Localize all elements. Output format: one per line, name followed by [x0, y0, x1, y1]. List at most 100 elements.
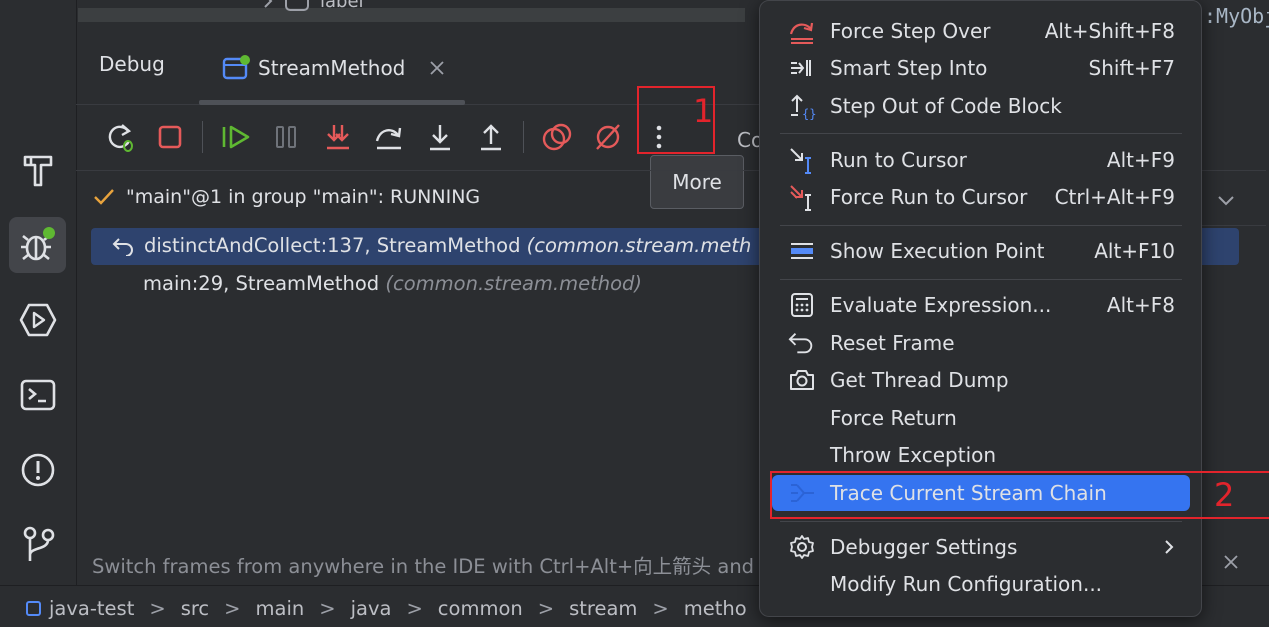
frame-package: (common.stream.meth	[526, 234, 752, 257]
step-into-icon	[430, 125, 450, 151]
breadcrumb-item[interactable]: common	[438, 597, 523, 620]
tree-node-label: label	[320, 0, 364, 12]
tag-icon	[285, 0, 309, 11]
menu-separator	[780, 279, 1182, 280]
stop-button[interactable]	[151, 118, 189, 156]
step-out-block-icon: {}	[791, 94, 816, 120]
menu-item-label: Force Run to Cursor	[830, 185, 1028, 209]
menu-item-reset-frame[interactable]: Reset Frame	[772, 325, 1190, 361]
terminal-icon	[20, 379, 55, 411]
menu-item-label: Evaluate Expression...	[830, 293, 1052, 317]
horizontal-scrollbar[interactable]	[78, 8, 745, 22]
smart-step-into-icon	[791, 60, 811, 76]
menu-item-run-to-cursor[interactable]: Run to Cursor Alt+F9	[772, 142, 1190, 178]
tab-label: StreamMethod	[258, 56, 406, 80]
terminal-tool-button[interactable]	[9, 367, 66, 423]
mute-breakpoints-button[interactable]	[589, 118, 627, 156]
menu-item-evaluate-expression[interactable]: Evaluate Expression... Alt+F8	[772, 287, 1190, 323]
menu-item-label: Reset Frame	[830, 331, 955, 355]
resume-button[interactable]	[217, 118, 255, 156]
breadcrumb-separator: >	[224, 597, 241, 620]
menu-separator	[780, 521, 1182, 522]
menu-item-step-out-of-code-block[interactable]: {} Step Out of Code Block	[772, 88, 1190, 124]
debug-panel-title: Debug	[99, 52, 165, 76]
thread-selector[interactable]: "main"@1 in group "main": RUNNING	[92, 186, 480, 208]
frame-row-1[interactable]: distinctAndCollect:137, StreamMethod (co…	[112, 234, 751, 257]
frame-row-2[interactable]: main:29, StreamMethod (common.stream.met…	[143, 272, 642, 295]
step-into-button[interactable]	[421, 118, 459, 156]
menu-item-label: Run to Cursor	[830, 148, 967, 172]
step-out-button[interactable]	[472, 118, 510, 156]
close-hint-icon[interactable]	[1222, 553, 1240, 571]
tree-node[interactable]: label	[262, 0, 364, 12]
frame-return-icon	[112, 237, 133, 256]
menu-item-shortcut: Alt+Shift+F8	[1044, 19, 1175, 43]
step-out-icon	[481, 124, 501, 151]
breakpoints-icon	[542, 123, 572, 151]
submenu-arrow-icon	[1165, 540, 1174, 554]
problems-tool-button[interactable]	[9, 442, 66, 498]
frame-method: main:29, StreamMethod	[143, 272, 380, 295]
toolbar-separator	[202, 121, 203, 153]
debug-tool-button[interactable]	[9, 217, 66, 273]
menu-item-throw-exception[interactable]: Throw Exception	[772, 437, 1190, 473]
module-icon	[26, 601, 41, 616]
breadcrumb-separator: >	[406, 597, 423, 620]
step-over-force-button[interactable]	[319, 118, 357, 156]
toolbar-separator	[523, 121, 524, 153]
run-to-cursor-icon	[790, 148, 811, 174]
close-tab-icon[interactable]	[429, 60, 445, 76]
annotation-label-1: 1	[693, 92, 714, 130]
breadcrumb-item[interactable]: src	[181, 597, 209, 620]
tool-window-strip	[0, 0, 77, 585]
menu-separator	[780, 133, 1182, 134]
breadcrumb-separator: >	[652, 597, 669, 620]
menu-item-label: Modify Run Configuration...	[830, 572, 1103, 596]
breadcrumb-separator: >	[149, 597, 166, 620]
breadcrumb-item[interactable]: metho	[684, 597, 747, 620]
menu-item-get-thread-dump[interactable]: Get Thread Dump	[772, 362, 1190, 398]
chevron-right-icon	[264, 0, 273, 8]
show-execution-point-icon	[791, 243, 813, 259]
chevron-down-icon[interactable]	[1214, 190, 1238, 210]
menu-item-show-execution-point[interactable]: Show Execution Point Alt+F10	[772, 233, 1190, 269]
force-step-into-icon	[327, 125, 349, 150]
frame-package: (common.stream.method)	[385, 272, 643, 295]
rerun-button[interactable]	[101, 118, 139, 156]
menu-item-shortcut: Alt+F10	[1094, 239, 1175, 263]
git-tool-button[interactable]	[9, 516, 66, 572]
annotation-box-2	[770, 471, 1269, 519]
step-over-icon	[375, 127, 402, 150]
menu-item-force-step-over[interactable]: Force Step Over Alt+Shift+F8	[772, 13, 1190, 49]
menu-item-shortcut: Alt+F8	[1106, 293, 1175, 317]
breadcrumb-item[interactable]: java	[351, 597, 392, 620]
breadcrumb-item[interactable]: java-test	[49, 597, 134, 620]
menu-item-force-return[interactable]: Force Return	[772, 400, 1190, 436]
problems-icon	[21, 453, 54, 487]
reset-frame-icon	[788, 333, 813, 354]
breadcrumb-item[interactable]: main	[256, 597, 305, 620]
stop-icon	[158, 125, 182, 149]
menu-item-force-run-to-cursor[interactable]: Force Run to Cursor Ctrl+Alt+F9	[772, 179, 1190, 215]
calculator-icon	[791, 293, 813, 317]
menu-item-label: Step Out of Code Block	[830, 94, 1062, 118]
build-tool-button[interactable]	[9, 142, 66, 198]
menu-item-label: Force Step Over	[830, 19, 991, 43]
build-icon	[23, 155, 52, 187]
menu-item-label: Throw Exception	[830, 443, 997, 467]
thread-label: "main"@1 in group "main": RUNNING	[126, 186, 481, 208]
menu-item-smart-step-into[interactable]: Smart Step Into Shift+F7	[772, 50, 1190, 86]
breadcrumb-item[interactable]: stream	[569, 597, 637, 620]
menu-item-debugger-settings[interactable]: Debugger Settings	[772, 529, 1190, 565]
annotation-label-2: 2	[1214, 476, 1235, 514]
menu-item-shortcut: Shift+F7	[1088, 56, 1175, 80]
view-breakpoints-button[interactable]	[538, 118, 576, 156]
tab-streammethod[interactable]: StreamMethod	[222, 50, 445, 86]
run-config-icon	[222, 55, 250, 80]
rerun-icon	[108, 124, 133, 152]
services-tool-button[interactable]	[9, 292, 66, 348]
code-fragment: :MyObj	[1204, 4, 1269, 28]
step-over-button[interactable]	[370, 118, 408, 156]
pause-button[interactable]	[267, 118, 305, 156]
menu-item-modify-run-configuration[interactable]: Modify Run Configuration...	[772, 566, 1190, 602]
